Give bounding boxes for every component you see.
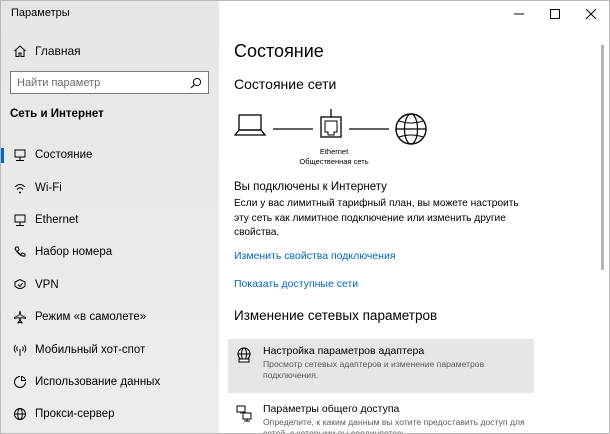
home-icon [13, 44, 27, 58]
sidebar-item-label: Мобильный хот-спот [35, 343, 146, 356]
globe-icon [13, 407, 27, 421]
sidebar-home[interactable]: Главная [1, 40, 219, 62]
sidebar-item-dialup[interactable]: Набор номера [1, 236, 219, 268]
sidebar-item-wifi[interactable]: Wi-Fi [1, 171, 219, 203]
sidebar-item-label: VPN [35, 278, 59, 291]
option-title: Настройка параметров адаптера [263, 345, 425, 357]
sidebar-item-label: Состояние [35, 149, 93, 162]
settings-window: Параметры Главная Сеть и Интернет Состоя… [0, 0, 610, 434]
sidebar: Параметры Главная Сеть и Интернет Состоя… [1, 1, 219, 433]
sidebar-item-ethernet[interactable]: Ethernet [1, 204, 219, 236]
sidebar-nav: Состояние Wi-Fi Ethernet Набор номера VP… [1, 139, 219, 431]
window-title: Параметры [11, 7, 70, 19]
search-icon[interactable] [190, 77, 202, 89]
network-status-icon [13, 148, 27, 162]
scrollbar[interactable] [601, 45, 604, 270]
sidebar-item-airplane[interactable]: Режим «в самолете» [1, 301, 219, 333]
change-connection-properties-link[interactable]: Изменить свойства подключения [234, 250, 396, 262]
adapter-name-label: Ethernet [319, 147, 349, 156]
option-subtitle: Просмотр сетевых адаптеров и изменение п… [263, 359, 485, 380]
option-title: Параметры общего доступа [263, 403, 400, 415]
maximize-button[interactable] [537, 1, 573, 27]
window-controls [501, 1, 609, 27]
computer-icon [234, 114, 267, 136]
ethernet-port-icon [320, 109, 342, 138]
close-button[interactable] [573, 1, 609, 27]
close-icon [586, 9, 596, 19]
metered-description: Если у вас лимитный тарифный план, вы мо… [234, 198, 519, 238]
sidebar-item-label: Использование данных [35, 375, 161, 388]
network-type-label: Общественная сеть [299, 157, 369, 166]
data-usage-icon [13, 375, 27, 389]
connection-status-text: Вы подключены к Интернету [234, 181, 387, 193]
wifi-icon [13, 181, 27, 195]
maximize-icon [550, 9, 560, 19]
search-box[interactable] [10, 71, 209, 94]
network-adapter-icon [235, 346, 253, 364]
internet-globe-icon [395, 113, 427, 145]
minimize-icon [514, 13, 524, 15]
sidebar-item-data-usage[interactable]: Использование данных [1, 366, 219, 398]
sharing-icon [235, 404, 253, 422]
sidebar-item-hotspot[interactable]: Мобильный хот-спот [1, 333, 219, 365]
ethernet-icon [13, 213, 27, 227]
option-subtitle: Определите, к каким данным вы хотите пре… [263, 417, 525, 434]
search-input[interactable] [17, 76, 182, 89]
hotspot-icon [13, 343, 27, 357]
sidebar-item-label: Wi-Fi [35, 181, 62, 194]
sidebar-item-vpn[interactable]: VPN [1, 269, 219, 301]
sharing-options-item[interactable]: Параметры общего доступа Определите, к к… [228, 397, 534, 434]
phone-icon [13, 245, 27, 259]
sidebar-item-label: Режим «в самолете» [35, 311, 147, 324]
sidebar-item-status[interactable]: Состояние [1, 139, 219, 171]
adapter-options-item[interactable]: Настройка параметров адаптера Просмотр с… [228, 339, 534, 393]
minimize-button[interactable] [501, 1, 537, 27]
sidebar-home-label: Главная [35, 44, 81, 58]
sidebar-item-label: Набор номера [35, 246, 113, 259]
sidebar-section-title: Сеть и Интернет [10, 108, 104, 120]
sidebar-item-label: Прокси-сервер [35, 408, 115, 421]
sidebar-item-label: Ethernet [35, 213, 79, 226]
airplane-icon [13, 310, 27, 324]
change-settings-heading: Изменение сетевых параметров [234, 308, 438, 323]
network-status-heading: Состояние сети [234, 76, 337, 92]
sidebar-item-proxy[interactable]: Прокси-сервер [1, 398, 219, 430]
main-content: Состояние Состояние сети Ethernet Общест… [219, 1, 609, 434]
vpn-icon [13, 278, 27, 292]
show-available-networks-link[interactable]: Показать доступные сети [234, 278, 358, 290]
page-title: Состояние [234, 41, 324, 61]
